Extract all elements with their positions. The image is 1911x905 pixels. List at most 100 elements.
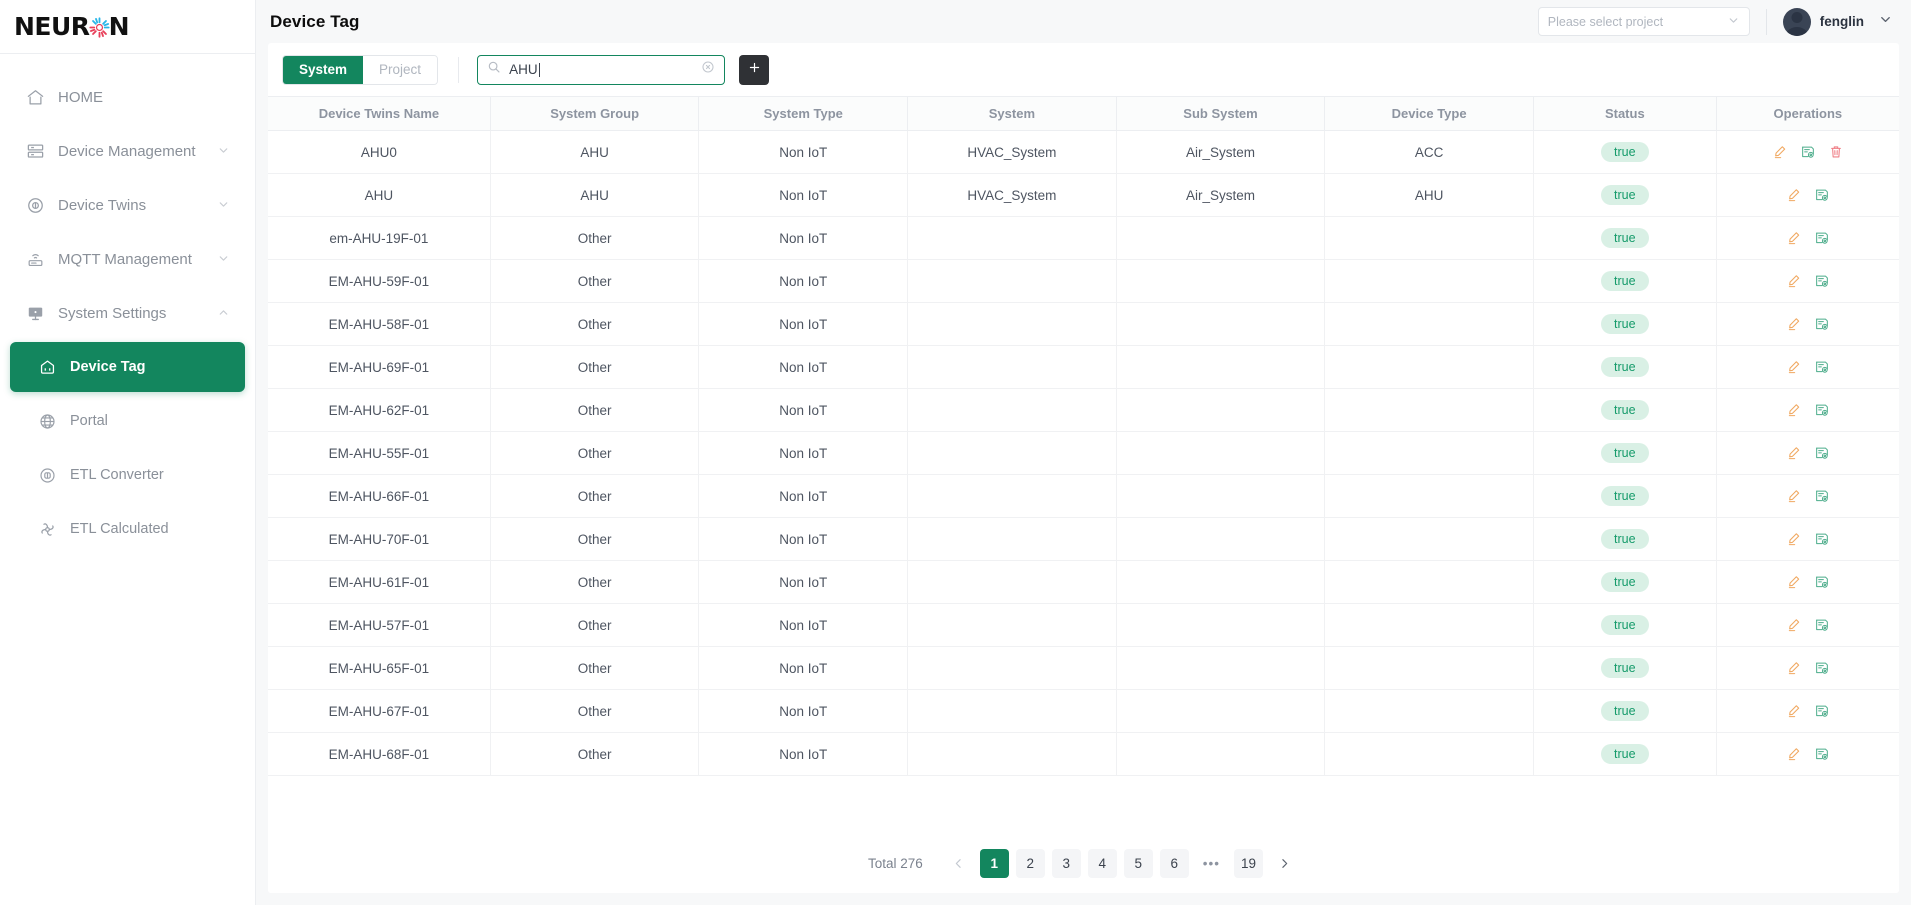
table-row[interactable]: EM-AHU-68F-01 Other Non IoT true (268, 732, 1899, 776)
brand-logo[interactable]: NEUR N (0, 0, 255, 54)
view-icon[interactable] (1814, 273, 1830, 289)
page-button-4[interactable]: 4 (1087, 848, 1117, 878)
brand-name-part2: N (108, 12, 130, 41)
cell-sub-system (1116, 517, 1326, 561)
operations-group (1717, 574, 1899, 590)
edit-icon[interactable] (1772, 144, 1788, 160)
page-button-19[interactable]: 19 (1233, 848, 1263, 878)
cell-device-type (1324, 689, 1534, 733)
cell-device-twins-name: EM-AHU-70F-01 (268, 517, 491, 561)
table-row[interactable]: EM-AHU-58F-01 Other Non IoT true (268, 302, 1899, 346)
prev-page-button[interactable] (944, 849, 973, 878)
table-row[interactable]: EM-AHU-62F-01 Other Non IoT true (268, 388, 1899, 432)
edit-icon[interactable] (1786, 746, 1802, 762)
add-button[interactable] (739, 54, 770, 85)
cell-system (907, 431, 1117, 475)
table-row[interactable]: EM-AHU-70F-01 Other Non IoT true (268, 517, 1899, 561)
table-row[interactable]: EM-AHU-67F-01 Other Non IoT true (268, 689, 1899, 733)
chevron-down-icon (217, 198, 231, 212)
edit-icon[interactable] (1786, 316, 1802, 332)
view-icon[interactable] (1814, 488, 1830, 504)
user-menu[interactable]: fenglin (1782, 7, 1893, 36)
view-icon[interactable] (1814, 187, 1830, 203)
edit-icon[interactable] (1786, 402, 1802, 418)
page-ellipsis[interactable]: ••• (1196, 849, 1227, 878)
cell-system: HVAC_System (907, 173, 1117, 217)
page-button-6[interactable]: 6 (1159, 848, 1189, 878)
cell-system-type: Non IoT (698, 560, 909, 604)
edit-icon[interactable] (1786, 230, 1802, 246)
table-row[interactable]: em-AHU-19F-01 Other Non IoT true (268, 216, 1899, 260)
sidebar-item-etl-converter[interactable]: ETL Converter (10, 450, 245, 500)
page-button-5[interactable]: 5 (1123, 848, 1153, 878)
edit-icon[interactable] (1786, 187, 1802, 203)
project-select[interactable]: Please select project (1537, 7, 1750, 36)
view-icon[interactable] (1814, 617, 1830, 633)
view-icon[interactable] (1814, 574, 1830, 590)
sidebar-item-device-twins[interactable]: Device Twins (10, 180, 245, 230)
page-button-1[interactable]: 1 (979, 848, 1009, 878)
cell-operations (1716, 517, 1899, 561)
sidebar-nav: HOME Device Management Device Twins MQTT… (0, 54, 255, 558)
view-icon[interactable] (1814, 660, 1830, 676)
tab-system[interactable]: System (283, 55, 364, 84)
view-icon[interactable] (1814, 703, 1830, 719)
edit-icon[interactable] (1786, 359, 1802, 375)
cell-status: true (1533, 689, 1717, 733)
table-row[interactable]: EM-AHU-66F-01 Other Non IoT true (268, 474, 1899, 518)
edit-icon[interactable] (1786, 617, 1802, 633)
operations-group (1717, 445, 1899, 461)
avatar (1782, 7, 1811, 36)
clear-circle-icon[interactable] (701, 60, 715, 79)
sidebar-item-portal[interactable]: Portal (10, 396, 245, 446)
sidebar-item-device-management[interactable]: Device Management (10, 126, 245, 176)
table-row[interactable]: EM-AHU-65F-01 Other Non IoT true (268, 646, 1899, 690)
cell-operations (1716, 388, 1899, 432)
table-row[interactable]: EM-AHU-61F-01 Other Non IoT true (268, 560, 1899, 604)
cell-system-type: Non IoT (698, 474, 909, 518)
view-icon[interactable] (1814, 402, 1830, 418)
table-row[interactable]: AHU AHU Non IoT HVAC_System Air_System AHU tru… (268, 173, 1899, 217)
sidebar-item-mqtt-management[interactable]: MQTT Management (10, 234, 245, 284)
chevron-down-icon[interactable] (1878, 12, 1893, 32)
sidebar-item-home[interactable]: HOME (10, 72, 245, 122)
table-row[interactable]: AHU0 AHU Non IoT HVAC_System Air_System ACC tr… (268, 130, 1899, 174)
edit-icon[interactable] (1786, 531, 1802, 547)
view-icon[interactable] (1814, 316, 1830, 332)
search-input[interactable]: AHU (477, 54, 726, 85)
sidebar-item-device-tag[interactable]: Device Tag (10, 342, 245, 392)
tab-project[interactable]: Project (363, 55, 438, 84)
cell-system-type: Non IoT (698, 517, 909, 561)
edit-icon[interactable] (1786, 488, 1802, 504)
sidebar-item-etl-calculated[interactable]: ETL Calculated (10, 504, 245, 554)
cell-sub-system (1116, 259, 1326, 303)
table-row[interactable]: EM-AHU-59F-01 Other Non IoT true (268, 259, 1899, 303)
table-row[interactable]: EM-AHU-57F-01 Other Non IoT true (268, 603, 1899, 647)
edit-icon[interactable] (1786, 445, 1802, 461)
sidebar-item-system-settings[interactable]: System Settings (10, 288, 245, 338)
view-icon[interactable] (1814, 746, 1830, 762)
page-button-3[interactable]: 3 (1051, 848, 1081, 878)
view-icon[interactable] (1814, 230, 1830, 246)
page-button-2[interactable]: 2 (1015, 848, 1045, 878)
cell-status: true (1533, 560, 1717, 604)
edit-icon[interactable] (1786, 660, 1802, 676)
edit-icon[interactable] (1786, 703, 1802, 719)
column-header-system-group: System Group (490, 96, 700, 131)
view-icon[interactable] (1814, 445, 1830, 461)
edit-icon[interactable] (1786, 273, 1802, 289)
view-icon[interactable] (1814, 359, 1830, 375)
table-row[interactable]: EM-AHU-69F-01 Other Non IoT true (268, 345, 1899, 389)
next-page-button[interactable] (1270, 849, 1299, 878)
delete-icon[interactable] (1828, 144, 1844, 160)
sidebar-item-label: MQTT Management (58, 250, 192, 268)
cell-sub-system (1116, 560, 1326, 604)
view-icon[interactable] (1800, 144, 1816, 160)
cell-sub-system (1116, 431, 1326, 475)
table-row[interactable]: EM-AHU-55F-01 Other Non IoT true (268, 431, 1899, 475)
cell-operations (1716, 302, 1899, 346)
view-icon[interactable] (1814, 531, 1830, 547)
operations-group (1717, 273, 1899, 289)
user-name: fenglin (1819, 14, 1864, 29)
edit-icon[interactable] (1786, 574, 1802, 590)
